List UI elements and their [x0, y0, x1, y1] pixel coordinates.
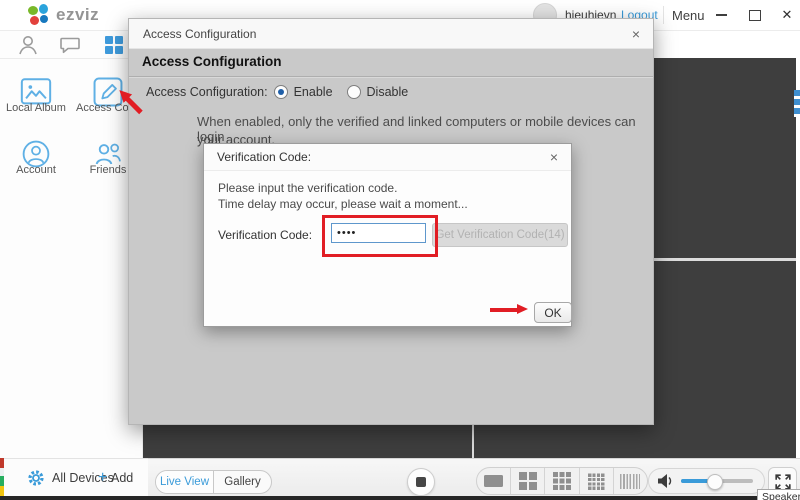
dialog-heading: Access Configuration — [142, 54, 282, 69]
verification-title: Verification Code: — [217, 144, 311, 170]
dialog-title: Access Configuration — [143, 19, 256, 48]
local-album-label: Local Album — [0, 102, 72, 114]
volume-control — [648, 468, 765, 494]
account-label: Account — [0, 164, 72, 176]
enable-label[interactable]: Enable — [294, 85, 333, 99]
disable-radio[interactable] — [347, 85, 361, 99]
side-panel-edge-handle[interactable] — [794, 90, 800, 117]
tab-apps-active[interactable] — [102, 33, 126, 57]
close-dialog-button[interactable]: × — [619, 19, 653, 48]
minimize-icon — [716, 14, 727, 16]
tab-live-view[interactable]: Live View — [156, 471, 214, 493]
layout-4-button[interactable] — [511, 468, 545, 494]
apps-panel: Local Album Access Configuration Account — [0, 58, 143, 458]
tab-messages[interactable] — [58, 33, 82, 57]
layout-1-icon — [484, 475, 503, 487]
gear-icon[interactable] — [27, 469, 45, 487]
volume-slider[interactable] — [681, 479, 753, 483]
background-window-sliver — [0, 458, 4, 496]
setting-label: Access Configuration: — [146, 85, 268, 99]
layout-switcher — [476, 467, 648, 495]
volume-knob[interactable] — [707, 474, 723, 490]
verification-field-label: Verification Code: — [218, 228, 312, 242]
instruction-line1: Please input the verification code. — [218, 181, 397, 195]
logo-text: ezviz — [56, 5, 99, 25]
verification-title-bar: Verification Code: × — [204, 144, 571, 171]
device-bar: All Devices + Add — [0, 458, 149, 498]
instruction-line2: Time delay may occur, please wait a mome… — [218, 197, 468, 211]
heading-divider — [129, 76, 653, 77]
speaker-icon[interactable] — [656, 472, 674, 490]
enable-radio[interactable] — [274, 85, 288, 99]
layout-16-icon — [588, 473, 605, 490]
menu-button[interactable]: Menu — [672, 0, 705, 30]
close-window-button[interactable]: ✕ — [774, 0, 800, 30]
ezviz-flower-icon — [28, 4, 50, 26]
tab-gallery[interactable]: Gallery — [214, 471, 271, 493]
ezviz-logo: ezviz — [28, 4, 99, 26]
layout-16-button[interactable] — [580, 468, 614, 494]
get-verification-code-button[interactable]: Get Verification Code(14) — [432, 223, 568, 247]
layout-1-button[interactable] — [477, 468, 511, 494]
chat-bubble-icon — [58, 33, 82, 57]
annotation-arrow-ok — [490, 303, 528, 316]
sidebar-tabs — [0, 30, 142, 59]
add-device-button[interactable]: Add — [111, 459, 133, 497]
grid-apps-icon — [102, 33, 126, 57]
maximize-icon — [749, 10, 761, 21]
speakers-tooltip: Speakers / — [757, 489, 800, 500]
person-icon — [16, 33, 40, 57]
layout-9-button[interactable] — [545, 468, 579, 494]
playback-toolbar: Live View Gallery — [148, 458, 800, 498]
layout-9-icon — [553, 472, 571, 490]
stop-icon — [416, 477, 426, 487]
disable-label[interactable]: Disable — [367, 85, 409, 99]
maximize-button[interactable] — [742, 0, 768, 30]
layout-more-button[interactable] — [614, 468, 647, 494]
topbar-divider — [663, 6, 664, 24]
tab-contacts[interactable] — [16, 33, 40, 57]
stop-button[interactable] — [407, 468, 435, 496]
plus-icon[interactable]: + — [98, 459, 107, 497]
minimize-button[interactable] — [708, 0, 734, 30]
view-switcher: Live View Gallery — [155, 470, 272, 494]
layout-4-icon — [519, 472, 537, 490]
access-config-setting: Access Configuration: Enable Disable — [146, 85, 408, 99]
bottom-edge-strip — [0, 496, 800, 500]
ok-button[interactable]: OK — [534, 302, 572, 323]
layout-more-icon — [620, 474, 640, 489]
ezviz-app-window: ezviz hieuhievn Logout Menu ✕ — [0, 0, 800, 500]
annotation-highlight-box — [322, 215, 438, 257]
close-verification-button[interactable]: × — [537, 144, 571, 170]
dialog-title-bar: Access Configuration × — [129, 19, 653, 49]
